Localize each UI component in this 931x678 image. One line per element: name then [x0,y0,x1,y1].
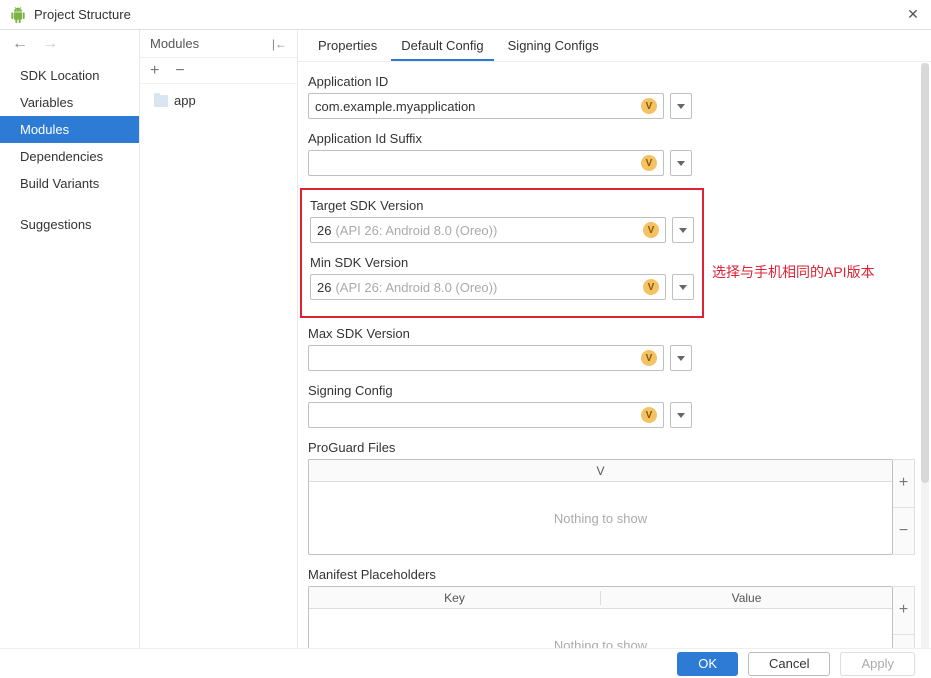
apply-button: Apply [840,652,915,676]
application-id-suffix-label: Application Id Suffix [308,131,915,146]
sidebar-item-variables[interactable]: Variables [0,89,139,116]
proguard-add-icon[interactable]: + [893,460,914,508]
application-id-label: Application ID [308,74,915,89]
proguard-col: V [309,464,892,478]
signing-config-dropdown[interactable] [670,402,692,428]
proguard-empty: Nothing to show [309,482,892,554]
target-sdk-dropdown[interactable] [672,217,694,243]
proguard-table[interactable]: V Nothing to show [308,459,893,555]
nav-arrows: ← → [0,30,139,58]
chevron-down-icon [677,356,685,361]
module-label: app [174,93,196,108]
variable-badge-icon: V [641,155,657,171]
window-title: Project Structure [34,7,905,22]
application-id-dropdown[interactable] [670,93,692,119]
collapse-icon[interactable]: |← [272,37,287,51]
tab-properties[interactable]: Properties [308,32,387,61]
max-sdk-dropdown[interactable] [670,345,692,371]
application-id-input[interactable]: com.example.myapplication V [308,93,664,119]
variable-badge-icon: V [641,98,657,114]
sidebar-item-dependencies[interactable]: Dependencies [0,143,139,170]
highlight-box: Target SDK Version 26 (API 26: Android 8… [300,188,704,318]
footer: OK Cancel Apply [0,648,931,678]
add-module-icon[interactable]: + [150,63,159,79]
close-icon[interactable]: ✕ [905,6,921,23]
target-sdk-input[interactable]: 26 (API 26: Android 8.0 (Oreo)) V [310,217,666,243]
sidebar-item-suggestions[interactable]: Suggestions [0,211,139,238]
min-sdk-input[interactable]: 26 (API 26: Android 8.0 (Oreo)) V [310,274,666,300]
scrollbar-thumb[interactable] [921,63,929,483]
variable-badge-icon: V [641,407,657,423]
chevron-down-icon [677,161,685,166]
manifest-add-icon[interactable]: + [893,587,914,635]
manifest-remove-icon[interactable]: − [893,635,914,649]
signing-config-label: Signing Config [308,383,915,398]
left-sidebar: ← → SDK Location Variables Modules Depen… [0,30,140,648]
remove-module-icon[interactable]: − [175,63,184,79]
cancel-button[interactable]: Cancel [748,652,830,676]
max-sdk-input[interactable]: V [308,345,664,371]
main-panel: Properties Default Config Signing Config… [298,30,931,648]
tab-signing-configs[interactable]: Signing Configs [498,32,609,61]
android-icon [10,7,26,23]
variable-badge-icon: V [643,222,659,238]
tab-default-config[interactable]: Default Config [391,32,493,61]
min-sdk-dropdown[interactable] [672,274,694,300]
chevron-down-icon [679,228,687,233]
back-arrow-icon[interactable]: ← [12,36,28,52]
manifest-label: Manifest Placeholders [308,567,915,582]
annotation-text: 选择与手机相同的API版本 [712,262,875,282]
titlebar: Project Structure ✕ [0,0,931,30]
modules-panel: Modules |← + − app [140,30,298,648]
folder-icon [154,95,168,107]
target-sdk-label: Target SDK Version [310,198,694,213]
chevron-down-icon [677,104,685,109]
signing-config-input[interactable]: V [308,402,664,428]
sidebar-item-modules[interactable]: Modules [0,116,139,143]
chevron-down-icon [679,285,687,290]
manifest-col-value: Value [601,591,892,605]
modules-header: Modules [150,36,272,51]
manifest-table[interactable]: Key Value Nothing to show [308,586,893,648]
max-sdk-label: Max SDK Version [308,326,915,341]
min-sdk-label: Min SDK Version [310,255,694,270]
module-item-app[interactable]: app [140,90,297,111]
variable-badge-icon: V [641,350,657,366]
sidebar-item-sdk-location[interactable]: SDK Location [0,62,139,89]
sidebar-item-build-variants[interactable]: Build Variants [0,170,139,197]
tabs: Properties Default Config Signing Config… [298,30,931,62]
proguard-label: ProGuard Files [308,440,915,455]
application-id-suffix-dropdown[interactable] [670,150,692,176]
forward-arrow-icon[interactable]: → [42,36,58,52]
ok-button[interactable]: OK [677,652,738,676]
manifest-empty: Nothing to show [309,609,892,648]
application-id-suffix-input[interactable]: V [308,150,664,176]
proguard-remove-icon[interactable]: − [893,508,914,555]
manifest-col-key: Key [309,591,601,605]
variable-badge-icon: V [643,279,659,295]
chevron-down-icon [677,413,685,418]
